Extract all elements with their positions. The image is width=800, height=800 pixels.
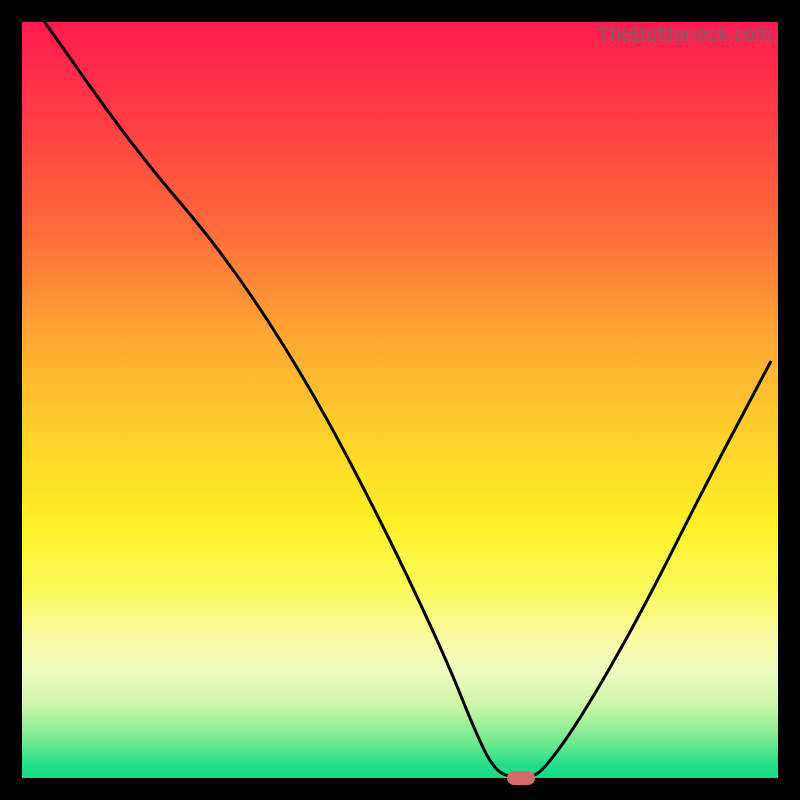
- curve-path: [45, 22, 771, 778]
- chart-frame: TheBottleneck.com: [0, 0, 800, 800]
- chart-plot-area: TheBottleneck.com: [22, 22, 778, 778]
- optimal-marker: [507, 771, 535, 785]
- bottleneck-curve: [22, 22, 778, 778]
